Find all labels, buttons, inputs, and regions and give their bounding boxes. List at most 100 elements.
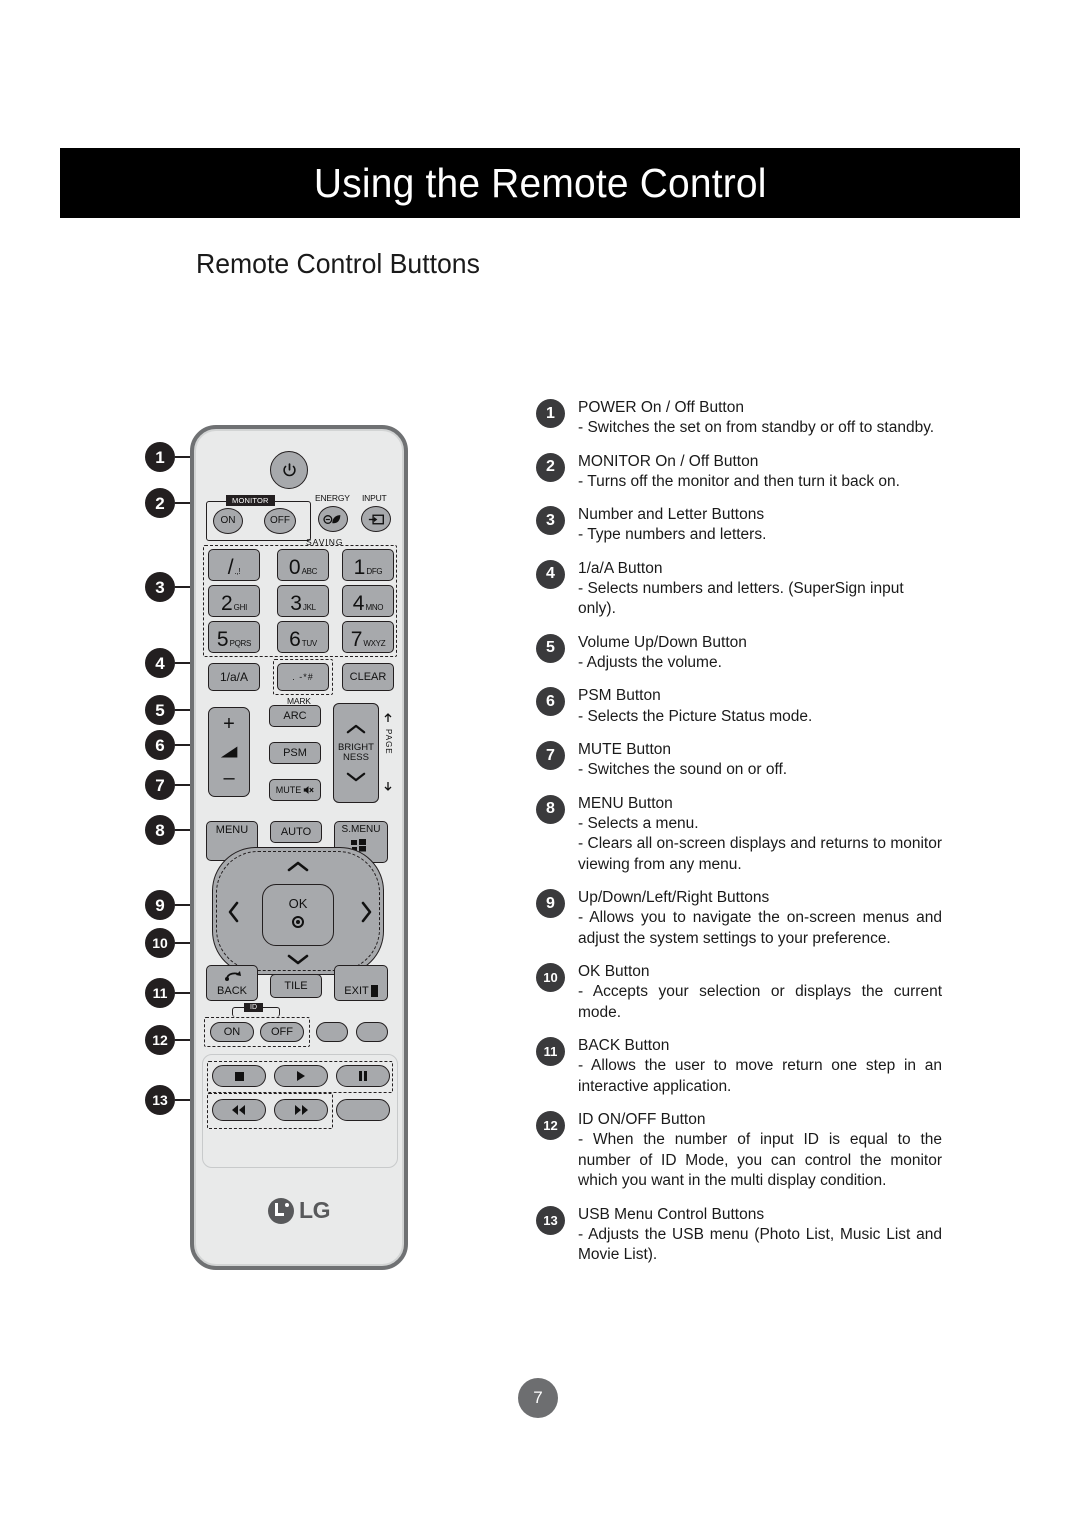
tile-button[interactable]: TILE <box>270 974 322 998</box>
mute-button[interactable]: MUTE <box>269 779 321 801</box>
description-badge-10: 10 <box>536 963 565 993</box>
mute-label: MUTE <box>275 784 302 795</box>
input-button[interactable] <box>361 506 391 532</box>
callout-9: 9 <box>145 890 175 920</box>
description-heading-5: Volume Up/Down Button <box>578 633 747 651</box>
remote-control-diagram: 1 2 3 4 5 6 7 8 9 10 11 12 13 MONITOR ON… <box>145 400 435 1280</box>
description-body-4: - Selects numbers and letters. (SuperSig… <box>578 579 904 618</box>
key-slash[interactable]: / .,! <box>208 549 260 581</box>
key-0[interactable]: 0 ABC <box>277 549 329 581</box>
key-7[interactable]: 7 WXYZ <box>342 621 394 653</box>
nav-left-button[interactable] <box>228 901 240 923</box>
description-body-1: - Switches the set on from standby or of… <box>578 419 935 437</box>
id-off-button[interactable]: OFF <box>260 1022 304 1042</box>
description-body-8b: - Clears all on-screen displays and retu… <box>578 835 942 873</box>
monitor-group-label: MONITOR <box>226 495 275 506</box>
key-4[interactable]: 4 MNO <box>342 585 394 617</box>
key-0-letters: ABC <box>301 567 318 576</box>
description-badge-12: 12 <box>536 1111 565 1141</box>
exit-bar-icon <box>370 985 378 997</box>
page-number-badge: 7 <box>518 1378 558 1418</box>
clear-button[interactable]: CLEAR <box>342 663 394 691</box>
blank-button-2[interactable] <box>356 1022 388 1042</box>
key-5-digit: 5 <box>216 628 229 652</box>
nav-up-button[interactable] <box>287 861 309 873</box>
nav-down-button[interactable] <box>287 953 309 965</box>
brightness-rocker[interactable]: BRIGHT NESS <box>333 703 379 803</box>
ok-button[interactable]: OK <box>262 884 334 946</box>
page-label: PAGE <box>384 729 393 755</box>
description-badge-1: 1 <box>536 399 565 428</box>
usb-play-button[interactable] <box>274 1065 328 1087</box>
power-button[interactable] <box>270 451 308 489</box>
usb-rewind-button[interactable] <box>212 1099 266 1121</box>
description-body-2: - Turns off the monitor and then turn it… <box>578 472 900 490</box>
key-3[interactable]: 3 JKL <box>277 585 329 617</box>
chevron-down-icon <box>346 772 366 782</box>
arc-button[interactable]: ARC <box>269 705 321 727</box>
description-item-5: 5 Volume Up/Down Button - Adjusts the vo… <box>536 633 942 674</box>
page-up-arrow-icon <box>384 713 392 722</box>
description-heading-3: Number and Letter Buttons <box>578 506 765 524</box>
usb-pause-button[interactable] <box>336 1065 390 1087</box>
description-heading-8: MENU Button <box>578 794 673 812</box>
chevron-up-icon <box>346 724 366 734</box>
description-heading-7: MUTE Button <box>578 741 672 759</box>
callout-6: 6 <box>145 730 175 760</box>
remote-body: MONITOR ON OFF ENERGY SAVING INPUT / .,!… <box>190 425 408 1270</box>
description-item-9: 9 Up/Down/Left/Right Buttons - Allows yo… <box>536 888 942 949</box>
section-title: Remote Control Buttons <box>196 248 480 279</box>
description-heading-4: 1/a/A Button <box>578 559 663 577</box>
exit-label: EXIT <box>344 985 369 997</box>
volume-rocker[interactable]: + – <box>208 707 250 797</box>
energy-saving-button[interactable] <box>318 506 348 532</box>
key-1[interactable]: 1 DFG <box>342 549 394 581</box>
volume-down-button[interactable]: – <box>209 768 249 788</box>
brightness-label-bottom: NESS <box>343 752 369 763</box>
page-down-arrow-icon <box>384 782 392 791</box>
description-heading-12: ID ON/OFF Button <box>578 1111 706 1129</box>
id-label: ID <box>244 1003 263 1012</box>
usb-stop-button[interactable] <box>212 1065 266 1087</box>
key-5[interactable]: 5 PQRS <box>208 621 260 653</box>
key-slash-digit: / <box>227 556 234 580</box>
monitor-on-button[interactable]: ON <box>213 508 243 534</box>
description-item-3: 3 Number and Letter Buttons - Type numbe… <box>536 505 942 546</box>
alpha-numeric-button[interactable]: 1/a/A <box>208 663 260 691</box>
symbol-button[interactable]: . -*# <box>277 663 329 691</box>
key-2[interactable]: 2 GHI <box>208 585 260 617</box>
input-label: INPUT <box>362 493 387 503</box>
back-arrow-icon <box>225 971 241 981</box>
callout-8: 8 <box>145 815 175 845</box>
energy-label: ENERGY <box>315 493 350 503</box>
description-item-13: 13 USB Menu Control Buttons - Adjusts th… <box>536 1205 942 1266</box>
play-icon <box>297 1071 305 1081</box>
key-6-letters: TUV <box>301 639 317 648</box>
psm-button[interactable]: PSM <box>269 742 321 764</box>
key-4-digit: 4 <box>352 592 365 616</box>
description-heading-2: MONITOR On / Off Button <box>578 452 759 470</box>
blank-button-1[interactable] <box>316 1022 348 1042</box>
lg-wordmark: LG <box>299 1197 330 1223</box>
input-source-icon <box>368 514 384 524</box>
power-icon <box>282 462 296 476</box>
manual-page: Using the Remote Control Remote Control … <box>0 0 1080 1530</box>
usb-forward-button[interactable] <box>274 1099 328 1121</box>
lg-mark-icon <box>268 1197 295 1224</box>
blank-button-3[interactable] <box>336 1099 390 1121</box>
description-badge-3: 3 <box>536 506 565 536</box>
button-description-list: 1 POWER On / Off Button - Switches the s… <box>536 398 942 1279</box>
nav-right-button[interactable] <box>360 901 372 923</box>
monitor-off-button[interactable]: OFF <box>264 508 296 534</box>
key-5-letters: PQRS <box>229 639 252 648</box>
back-button[interactable]: BACK <box>206 965 258 1001</box>
description-body-13: - Adjusts the USB menu (Photo List, Musi… <box>578 1225 942 1264</box>
key-1-letters: DFG <box>366 567 383 576</box>
auto-button[interactable]: AUTO <box>270 821 322 843</box>
id-on-button[interactable]: ON <box>210 1022 254 1042</box>
callout-11: 11 <box>145 978 175 1008</box>
key-6[interactable]: 6 TUV <box>277 621 329 653</box>
exit-button[interactable]: EXIT <box>334 965 388 1001</box>
volume-up-button[interactable]: + <box>209 714 249 734</box>
description-badge-6: 6 <box>536 687 565 717</box>
